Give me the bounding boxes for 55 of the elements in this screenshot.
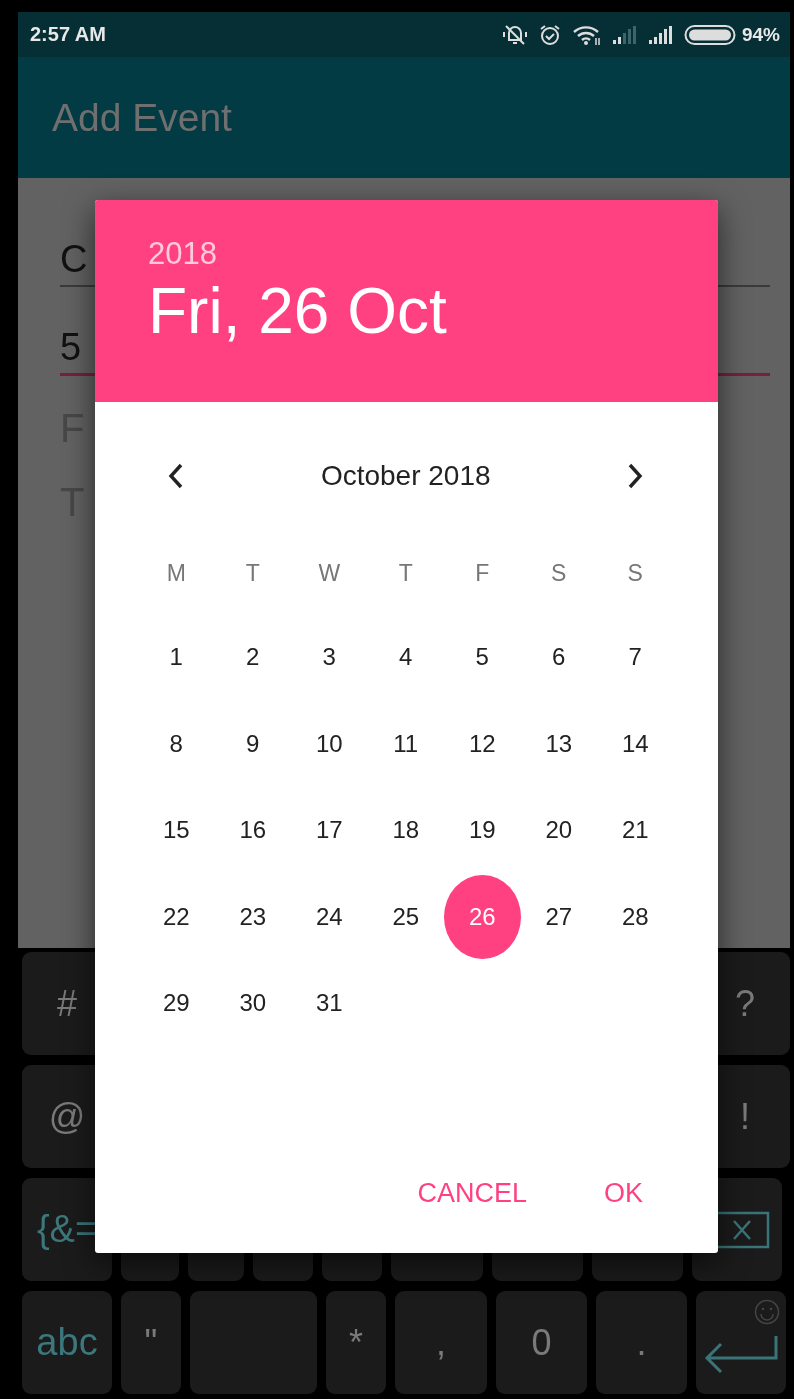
- selected-date: Fri, 26 Oct: [148, 274, 447, 348]
- weekday-label: W: [318, 559, 341, 587]
- calendar-day[interactable]: 3: [291, 615, 368, 700]
- calendar-day[interactable]: 13: [520, 701, 597, 786]
- calendar-day[interactable]: 20: [520, 788, 597, 873]
- calendar-day[interactable]: 22: [138, 874, 215, 959]
- calendar-day[interactable]: 11: [367, 701, 444, 786]
- calendar-day[interactable]: 17: [291, 788, 368, 873]
- weekday-label: T: [398, 559, 413, 587]
- calendar-day[interactable]: 10: [291, 701, 368, 786]
- key[interactable]: ,: [395, 1291, 487, 1394]
- calendar-day[interactable]: 1: [138, 615, 215, 700]
- weekday-label: S: [627, 559, 643, 587]
- calendar-day[interactable]: 4: [367, 615, 444, 700]
- calendar-day[interactable]: 27: [520, 874, 597, 959]
- key[interactable]: 0: [496, 1291, 587, 1394]
- weekday-label: M: [166, 559, 186, 587]
- smiley-icon: [754, 1299, 780, 1325]
- weekday-label: F: [475, 559, 490, 587]
- muted-bell-icon: [501, 22, 528, 47]
- month-title: October 2018: [320, 460, 491, 492]
- app-title: Add Event: [52, 95, 232, 140]
- calendar-day[interactable]: 31: [291, 961, 368, 1046]
- calendar-day[interactable]: 21: [597, 788, 674, 873]
- wifi-icon: [571, 23, 602, 46]
- calendar-day[interactable]: 23: [214, 874, 291, 959]
- calendar-day[interactable]: 25: [367, 874, 444, 959]
- key[interactable]: ": [121, 1291, 181, 1394]
- calendar-day[interactable]: 24: [291, 874, 368, 959]
- calendar-day[interactable]: 30: [214, 961, 291, 1046]
- battery-icon: [683, 23, 736, 46]
- calendar-day[interactable]: 29: [138, 961, 215, 1046]
- enter-icon: [703, 1333, 779, 1376]
- weak-signal-icon: [611, 24, 638, 45]
- calendar-day[interactable]: 12: [444, 701, 521, 786]
- calendar-day[interactable]: 19: [444, 788, 521, 873]
- calendar-day[interactable]: 2: [214, 615, 291, 700]
- status-time: 2:57 AM: [30, 23, 106, 46]
- key[interactable]: *: [326, 1291, 386, 1394]
- calendar-day[interactable]: 14: [597, 701, 674, 786]
- enter-key[interactable]: [696, 1291, 786, 1394]
- calendar-day[interactable]: 28: [597, 874, 674, 959]
- calendar-day[interactable]: 6: [520, 615, 597, 700]
- battery-percent: 94%: [741, 23, 780, 46]
- key[interactable]: .: [596, 1291, 687, 1394]
- calendar-day[interactable]: 15: [138, 788, 215, 873]
- calendar-day[interactable]: 9: [214, 701, 291, 786]
- weekday-label: S: [551, 559, 567, 587]
- calendar-day[interactable]: 7: [597, 615, 674, 700]
- calendar-day[interactable]: 8: [138, 701, 215, 786]
- calendar-day[interactable]: 18: [367, 788, 444, 873]
- calendar-day[interactable]: 5: [444, 615, 521, 700]
- signal-icon: [647, 24, 674, 45]
- calendar-day[interactable]: 16: [214, 788, 291, 873]
- weekday-label: T: [245, 559, 260, 587]
